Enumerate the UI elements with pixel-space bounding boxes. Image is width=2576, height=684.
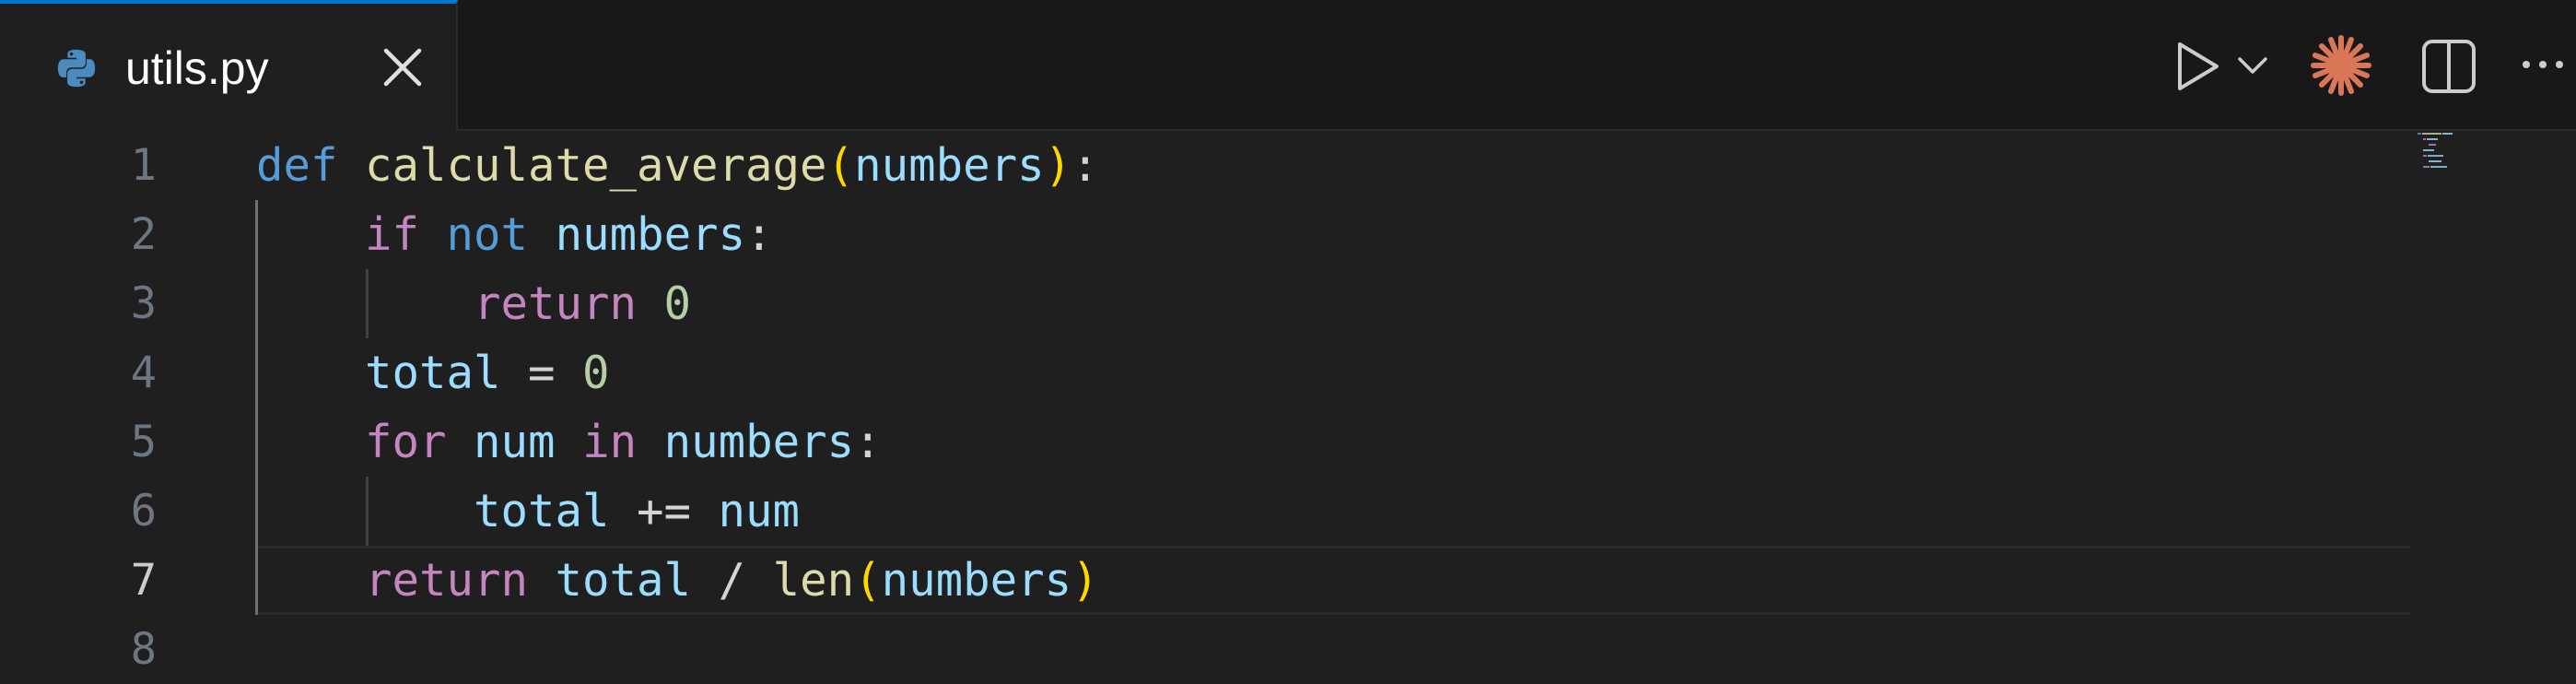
code-token: if [365,208,420,261]
code-token: / [691,554,773,607]
code-editor[interactable]: 1 def calculate_average(numbers): 2 if n… [0,131,2576,677]
code-token: numbers [663,416,855,468]
code-token: ) [1071,554,1099,607]
line-number: 7 [130,555,157,606]
editor-tab-bar: utils.py [0,0,2576,131]
code-line[interactable]: 4 total = 0 [0,338,2414,407]
code-line[interactable]: 1 def calculate_average(numbers): [0,131,2414,200]
code-token: len [772,554,855,607]
code-token: 0 [582,347,610,399]
run-icon[interactable] [2174,41,2222,92]
line-number: 6 [130,486,157,537]
code-token: calculate_average [365,139,827,192]
tab-filename: utils.py [125,42,269,94]
code-token: for [365,416,447,468]
python-icon [57,49,96,88]
code-token: num [718,485,801,537]
line-code: return total / len(numbers) [256,546,1099,615]
code-line[interactable]: 3 return 0 [0,269,2414,338]
more-icon[interactable] [2521,57,2565,72]
line-code: return 0 [256,269,691,338]
code-token: numbers [555,208,746,261]
line-number: 3 [130,278,157,329]
split-editor-icon[interactable] [2421,39,2476,94]
code-token: ) [1044,139,1072,192]
code-token: = [500,347,583,399]
line-code: for num in numbers: [256,407,882,477]
code-token: num [474,416,556,468]
line-number: 5 [130,417,157,467]
code-line[interactable]: 2 if not numbers: [0,200,2414,269]
code-token: def [256,139,338,192]
code-token: numbers [854,139,1045,192]
code-token: in [582,416,638,468]
line-number: 4 [130,348,157,398]
code-token: ( [826,139,855,192]
code-token: ( [854,554,882,607]
code-line[interactable]: 6 total += num [0,477,2414,546]
line-code: total += num [256,477,800,546]
code-token: : [1071,139,1099,192]
line-code: total = 0 [256,338,610,407]
code-token: total [365,347,501,399]
line-number: 8 [130,624,157,675]
claude-sparkle-icon[interactable] [2311,35,2371,96]
line-code: def calculate_average(numbers): [256,131,1099,200]
code-token: not [446,208,529,261]
line-number: 1 [130,140,157,191]
code-token: += [609,485,719,537]
code-token: total [474,485,610,537]
line-code: if not numbers: [256,200,773,269]
chevron-down-icon[interactable] [2237,52,2268,77]
editor-tab-utils[interactable]: utils.py [0,0,458,131]
code-token: 0 [663,277,692,330]
code-token: return [474,277,638,330]
line-number: 2 [130,209,157,260]
code-line[interactable]: 8 [0,615,2414,684]
code-token: total [555,554,692,607]
code-token: : [854,416,882,468]
code-line[interactable]: 5 for num in numbers: [0,407,2414,477]
minimap[interactable] [2414,131,2478,186]
code-token: : [745,208,773,261]
code-line-active[interactable]: 7 return total / len(numbers) [0,546,2414,615]
code-token: numbers [881,554,1072,607]
close-icon[interactable] [380,44,426,90]
code-token: return [365,554,529,607]
